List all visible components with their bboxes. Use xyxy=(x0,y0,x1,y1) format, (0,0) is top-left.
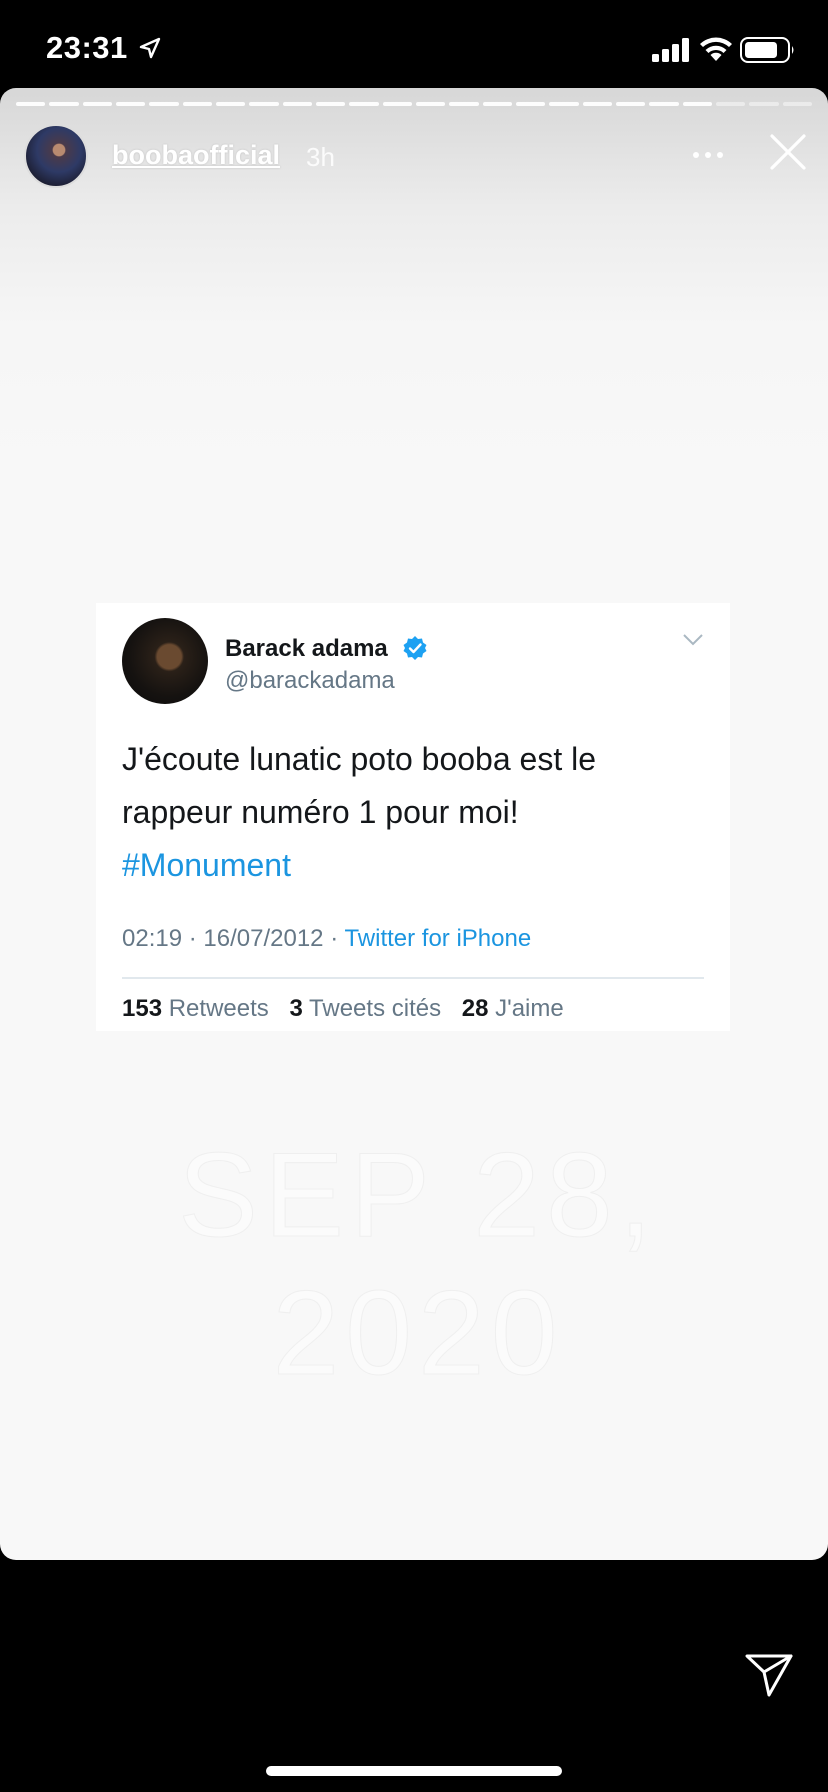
progress-segment xyxy=(349,102,379,106)
progress-segment xyxy=(82,102,112,106)
story-viewer[interactable]: boobaofficial 3h Barack adama @barackada… xyxy=(0,88,828,1560)
tweet-card: Barack adama @barackadama J'écoute lunat… xyxy=(96,603,730,1031)
progress-segment xyxy=(149,102,179,106)
story-time-ago: 3h xyxy=(306,142,335,172)
progress-segment xyxy=(549,102,579,106)
tweet-meta: 02:19 · 16/07/2012 · Twitter for iPhone xyxy=(122,925,532,952)
tweet-text: J'écoute lunatic poto booba est le rappe… xyxy=(122,733,682,892)
progress-segment xyxy=(649,102,679,106)
progress-segment xyxy=(382,102,412,106)
tweet-hashtag: #Monument xyxy=(122,847,291,883)
progress-segment xyxy=(515,102,546,106)
progress-segment xyxy=(782,102,812,106)
tweet-time: 02:19 xyxy=(122,925,183,952)
status-bar: 23:31 xyxy=(0,0,828,88)
paper-plane-icon xyxy=(745,1654,793,1697)
tweet-body: J'écoute lunatic poto booba est le rappe… xyxy=(122,741,596,830)
story-progress-bar xyxy=(16,102,812,106)
progress-segment xyxy=(249,102,279,106)
progress-segment xyxy=(582,102,612,106)
chevron-down-icon xyxy=(683,634,703,646)
verified-badge-icon xyxy=(403,636,427,660)
close-icon xyxy=(770,134,806,170)
ellipsis-icon xyxy=(693,152,723,158)
tweet-stats: 153 Retweets 3 Tweets cités 28 J'aime xyxy=(122,995,578,1023)
tweet-display-name: Barack adama xyxy=(225,635,388,662)
tweet-date: 16/07/2012 xyxy=(203,925,324,952)
progress-segment xyxy=(315,102,346,106)
share-button[interactable] xyxy=(744,1652,794,1698)
progress-segment xyxy=(182,102,212,106)
likes-stat: 28 J'aime xyxy=(461,995,564,1022)
divider xyxy=(122,977,704,979)
progress-segment xyxy=(482,102,512,106)
wifi-icon xyxy=(700,37,732,61)
story-username[interactable]: boobaofficial xyxy=(112,140,280,171)
progress-segment xyxy=(749,102,779,106)
progress-segment xyxy=(715,102,746,106)
location-arrow-icon xyxy=(139,37,161,59)
progress-segment xyxy=(682,102,712,106)
progress-segment xyxy=(415,102,446,106)
tweet-avatar xyxy=(122,618,208,704)
date-sticker: SEP 28, 2020 xyxy=(177,1128,659,1401)
battery-icon xyxy=(740,37,794,63)
more-options-button[interactable] xyxy=(690,140,726,170)
progress-segment xyxy=(115,102,146,106)
progress-segment xyxy=(449,102,479,106)
tweet-source: Twitter for iPhone xyxy=(344,925,532,952)
home-indicator[interactable] xyxy=(266,1766,562,1776)
progress-segment xyxy=(16,102,46,106)
retweets-stat: 153 Retweets xyxy=(122,995,269,1022)
status-time: 23:31 xyxy=(46,30,128,65)
tweet-handle: @barackadama xyxy=(225,667,395,694)
avatar[interactable] xyxy=(24,124,88,188)
progress-segment xyxy=(282,102,312,106)
cellular-signal-icon xyxy=(652,38,689,62)
close-button[interactable] xyxy=(768,132,808,172)
progress-segment xyxy=(215,102,246,106)
quotes-stat: 3 Tweets cités xyxy=(289,995,442,1022)
progress-segment xyxy=(49,102,79,106)
progress-segment xyxy=(615,102,646,106)
